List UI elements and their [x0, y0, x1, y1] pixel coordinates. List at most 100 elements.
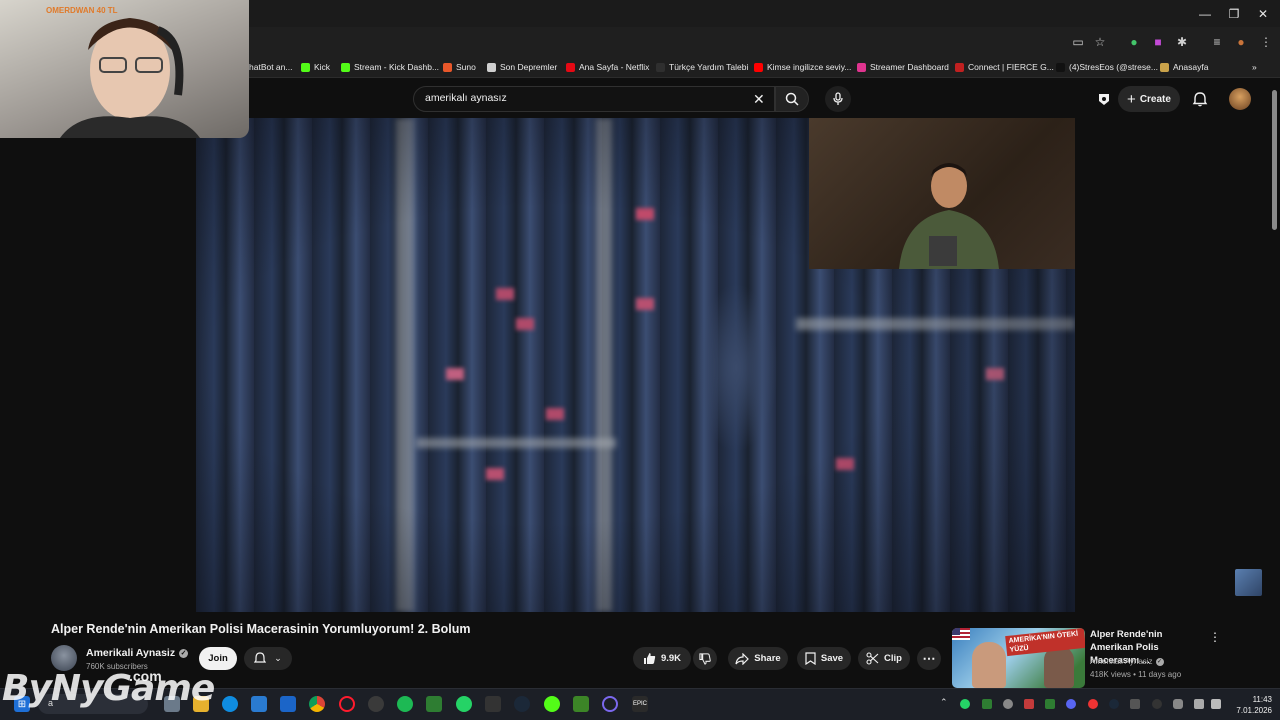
- page-scrollbar[interactable]: [1272, 90, 1277, 230]
- bookmark-favicon-icon: [656, 62, 665, 72]
- whatsapp-icon[interactable]: [456, 696, 472, 712]
- join-button[interactable]: Join: [199, 647, 237, 670]
- epic-games-icon[interactable]: EPIC: [632, 696, 648, 712]
- edge-browser-icon[interactable]: [222, 696, 238, 712]
- bookmark-favicon-icon: [955, 62, 964, 72]
- close-window-button[interactable]: ✕: [1246, 0, 1280, 27]
- save-button[interactable]: Save: [797, 647, 851, 670]
- extension-purple-icon[interactable]: ■: [1150, 34, 1166, 50]
- bookmark-item[interactable]: Son Depremler: [487, 60, 557, 74]
- like-button[interactable]: 9.9K: [633, 647, 691, 670]
- bookmark-item[interactable]: Streamer Dashboard: [857, 60, 949, 74]
- nvidia-icon[interactable]: [426, 696, 442, 712]
- tray-discord-icon[interactable]: [1066, 699, 1076, 709]
- thumbnail-face: [972, 642, 1006, 688]
- bell-icon: [254, 652, 267, 663]
- bookmark-item[interactable]: Suno: [443, 60, 476, 74]
- browser-menu-icon[interactable]: ⋮: [1258, 34, 1274, 50]
- bookmark-item[interactable]: Türkçe Yardım Talebi: [656, 60, 748, 74]
- app-ring-icon[interactable]: [602, 696, 618, 712]
- chevron-down-icon: ⌄: [274, 653, 282, 663]
- recommended-channel[interactable]: Amerikali Aynasiz ✓: [1090, 657, 1164, 666]
- search-button[interactable]: [775, 86, 809, 112]
- extensions-puzzle-icon[interactable]: ✱: [1174, 34, 1190, 50]
- notifications-bell-icon[interactable]: [1192, 91, 1208, 107]
- profile-avatar-icon[interactable]: ●: [1233, 34, 1249, 50]
- verified-check-icon: ✓: [1155, 657, 1164, 666]
- tray-volume-icon[interactable]: [1211, 699, 1221, 709]
- channel-name-link[interactable]: Amerikali Aynasiz ✓: [86, 647, 189, 659]
- extension-shield-icon[interactable]: ●: [1126, 34, 1142, 50]
- thumbs-down-icon: [699, 652, 711, 665]
- bookmark-label: Kick: [314, 62, 331, 72]
- tray-app-icon[interactable]: [1003, 699, 1013, 709]
- bookmark-item[interactable]: Ana Sayfa - Netflix: [566, 60, 649, 74]
- tray-nvidia-icon[interactable]: [982, 699, 992, 709]
- streamlabs-icon[interactable]: [485, 696, 501, 712]
- steam-icon[interactable]: [514, 696, 530, 712]
- bookmark-label: Son Depremler: [500, 62, 558, 72]
- share-button[interactable]: Share: [728, 647, 788, 670]
- tray-steam-icon[interactable]: [1109, 699, 1119, 709]
- webcam-overlay: OMERDWAN 40 TL: [0, 0, 249, 138]
- bookmark-label: Streamer Dashboard: [870, 62, 949, 72]
- more-horizontal-icon: ⋯: [922, 650, 936, 666]
- bookmark-item[interactable]: Anasayfa: [1160, 60, 1208, 74]
- opera-icon[interactable]: [339, 696, 355, 712]
- subscription-bell-button[interactable]: ⌄: [244, 647, 292, 670]
- plus-icon: +: [1127, 90, 1136, 108]
- tray-overflow-icon[interactable]: ⌃: [940, 697, 948, 708]
- tray-app-icon[interactable]: [1045, 699, 1055, 709]
- tray-network-icon[interactable]: [1194, 699, 1204, 709]
- bookmark-item[interactable]: Stream - Kick Dashb...: [341, 60, 439, 74]
- webcam-overlay-text: OMERDWAN 40 TL: [46, 6, 118, 15]
- recommended-more-icon[interactable]: ⋮: [1209, 630, 1221, 644]
- bookmark-item[interactable]: Connect | FIERCE G...: [955, 60, 1054, 74]
- bookmark-favicon-icon: [857, 62, 866, 72]
- create-button[interactable]: + Create: [1118, 86, 1180, 112]
- bookmark-label: Connect | FIERCE G...: [968, 62, 1054, 72]
- clip-button[interactable]: Clip: [858, 647, 910, 670]
- chrome-icon[interactable]: [309, 696, 325, 712]
- minecraft-icon[interactable]: [573, 696, 589, 712]
- bookmark-star-icon[interactable]: ☆: [1092, 34, 1108, 50]
- streamer-cam-overlay: [809, 118, 1075, 269]
- taskbar-clock[interactable]: 11:43 7.01.2026: [1228, 694, 1272, 716]
- webcam-figure: [60, 18, 200, 138]
- more-actions-button[interactable]: ⋯: [917, 647, 941, 670]
- dislike-button[interactable]: [693, 647, 717, 670]
- share-icon: [735, 652, 750, 665]
- clear-search-icon[interactable]: ✕: [753, 91, 765, 108]
- bookmark-favicon-icon: [1056, 62, 1065, 72]
- bookmark-item[interactable]: Kick: [301, 60, 330, 74]
- creator-studio-icon[interactable]: [1096, 91, 1112, 107]
- bookmark-label: Suno: [456, 62, 476, 72]
- floating-thumbnail[interactable]: [1235, 569, 1262, 596]
- bookmark-label: Stream - Kick Dashb...: [354, 62, 440, 72]
- tray-microphone-icon[interactable]: [1173, 699, 1183, 709]
- tray-app-icon[interactable]: [1024, 699, 1034, 709]
- bookmark-item[interactable]: Kimse ingilizce seviy...: [754, 60, 851, 74]
- tray-app-icon[interactable]: [1152, 699, 1162, 709]
- reading-list-icon[interactable]: ≡: [1209, 34, 1225, 50]
- account-avatar[interactable]: [1229, 88, 1251, 110]
- search-icon: [785, 92, 799, 106]
- store-icon[interactable]: [251, 696, 267, 712]
- obs-icon[interactable]: [368, 696, 384, 712]
- cast-icon[interactable]: ▭: [1070, 34, 1086, 50]
- voice-search-button[interactable]: [825, 86, 851, 112]
- bookmark-label: Ana Sayfa - Netflix: [579, 62, 650, 72]
- recommended-video-thumbnail[interactable]: AMERİKA'NIN ÖTEKİ YÜZÜ: [952, 628, 1085, 688]
- tray-whatsapp-icon[interactable]: [960, 699, 970, 709]
- bookmark-item[interactable]: (4)StresEos (@strese...: [1056, 60, 1158, 74]
- mail-icon[interactable]: [280, 696, 296, 712]
- search-query: amerikalı aynasız: [425, 92, 507, 104]
- bookmark-label: (4)StresEos (@strese...: [1069, 62, 1158, 72]
- tray-record-icon[interactable]: [1088, 699, 1098, 709]
- tray-app-icon[interactable]: [1130, 699, 1140, 709]
- bookmark-label: Anasayfa: [1173, 62, 1209, 72]
- spotify-icon[interactable]: [397, 696, 413, 712]
- watermark-logo: ByNyGame: [2, 668, 215, 709]
- kick-app-icon[interactable]: [544, 696, 560, 712]
- bookmarks-overflow-icon[interactable]: »: [1252, 60, 1257, 74]
